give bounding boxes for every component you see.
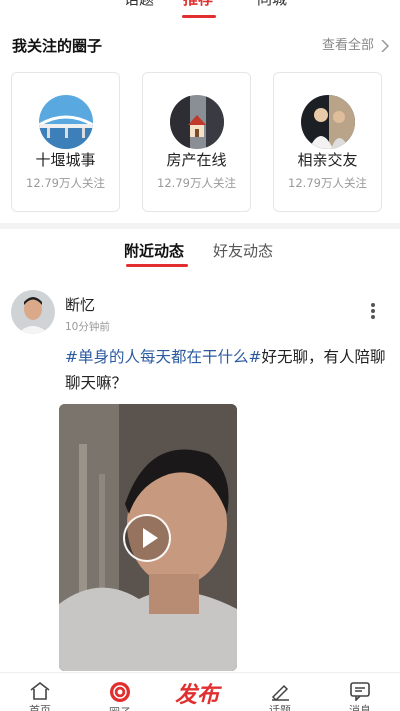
tab-active-indicator [182,15,216,18]
section-divider [0,223,400,229]
nav-home[interactable]: 首页 [10,681,70,711]
nav-home-label: 首页 [29,704,51,711]
tab-nearby[interactable]: 附近动态 [124,240,184,261]
tab-topics[interactable]: 话题 [124,0,154,9]
author-name[interactable]: 断忆 [65,294,95,315]
tab-friends[interactable]: 好友动态 [213,240,273,261]
tab-recommend[interactable]: 推荐 [183,0,213,9]
top-tab-bar: 话题 推荐 同城 [0,0,400,22]
circle-thumbnail [301,95,355,149]
view-all-label: 查看全部 [321,38,374,53]
message-icon [350,682,370,701]
edit-icon [271,684,289,701]
bottom-nav: 首页 圈子 发布 话题 消息 [0,672,400,711]
circle-thumbnail [39,95,93,149]
circle-name: 相亲交友 [297,151,358,169]
avatar[interactable] [11,290,55,334]
more-vertical-icon[interactable] [370,302,376,320]
post-time: 10分钟前 [65,321,110,333]
feed-tab-indicator [126,264,188,267]
nav-messages-label: 消息 [349,704,371,711]
post-text: #单身的人每天都在干什么#好无聊，有人陪聊聊天嘛？ [65,344,389,396]
nav-circle[interactable]: 圈子 [90,681,150,711]
circle-followers: 12.79万人关注 [157,176,236,190]
post-video[interactable] [59,404,237,671]
circle-card[interactable]: 相亲交友 12.79万人关注 [273,72,382,212]
play-icon[interactable] [123,514,171,562]
circle-followers: 12.79万人关注 [288,176,367,190]
circle-followers: 12.79万人关注 [26,176,105,190]
feed-tab-bar: 附近动态 好友动态 [0,240,400,270]
chevron-right-icon [381,40,390,52]
publish-label: 发布 [175,682,220,708]
circles-list: 十堰城事 12.79万人关注 房产在线 12.79万人关注 相亲交友 12.79… [11,72,391,212]
circle-icon [110,682,130,702]
home-icon [30,681,50,700]
nav-circle-label: 圈子 [90,704,150,711]
section-title: 我关注的圈子 [12,37,103,55]
circles-header: 我关注的圈子 查看全部 [12,34,390,58]
circle-name: 十堰城事 [35,151,96,169]
circle-card[interactable]: 十堰城事 12.79万人关注 [11,72,120,212]
circle-thumbnail [170,95,224,149]
publish-button[interactable]: 发布 [175,677,219,709]
nav-messages[interactable]: 消息 [330,681,390,711]
tab-local[interactable]: 同城 [257,0,287,9]
circle-card[interactable]: 房产在线 12.79万人关注 [142,72,251,212]
nav-topics[interactable]: 话题 [250,681,310,711]
circle-name: 房产在线 [166,151,227,169]
hashtag-link[interactable]: #单身的人每天都在干什么# [65,348,261,366]
view-all-link[interactable]: 查看全部 [322,34,390,58]
nav-topics-label: 话题 [269,704,291,711]
